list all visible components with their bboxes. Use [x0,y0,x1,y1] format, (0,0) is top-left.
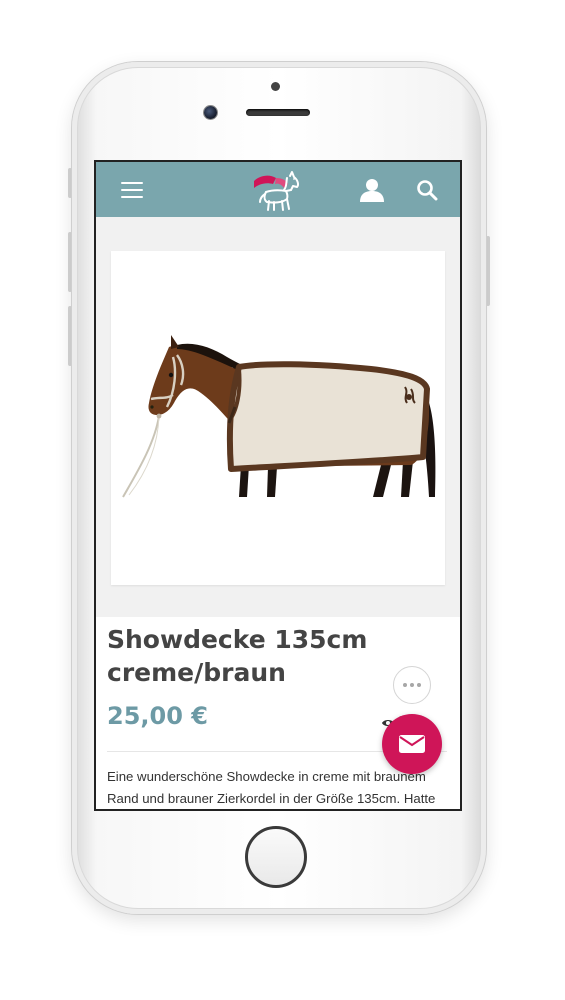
mail-icon [399,735,425,753]
horse-with-blanket-illustration [122,335,436,498]
phone-power-button [486,236,490,306]
product-image[interactable] [111,251,445,585]
more-options-button[interactable] [393,666,431,704]
phone-earpiece [246,109,310,116]
product-description: Eine wunderschöne Showdecke in creme mit… [107,769,436,806]
phone-screen: Showdecke 135cm creme/braun 25,00 € 1 Ei… [94,160,462,811]
user-icon[interactable] [359,178,385,202]
phone-sensor [271,82,280,91]
phone-front-camera [204,106,217,119]
search-icon[interactable] [416,179,438,201]
product-price: 25,00 € [107,702,208,730]
contact-mail-button[interactable] [382,714,442,774]
hamburger-menu-icon[interactable] [121,182,143,198]
phone-home-button [245,826,307,888]
horse-logo-icon[interactable] [246,168,304,212]
more-dots-icon [403,683,407,687]
top-navbar [96,162,460,217]
product-title: Showdecke 135cm creme/braun [107,625,368,687]
app-viewport: Showdecke 135cm creme/braun 25,00 € 1 Ei… [96,162,460,809]
